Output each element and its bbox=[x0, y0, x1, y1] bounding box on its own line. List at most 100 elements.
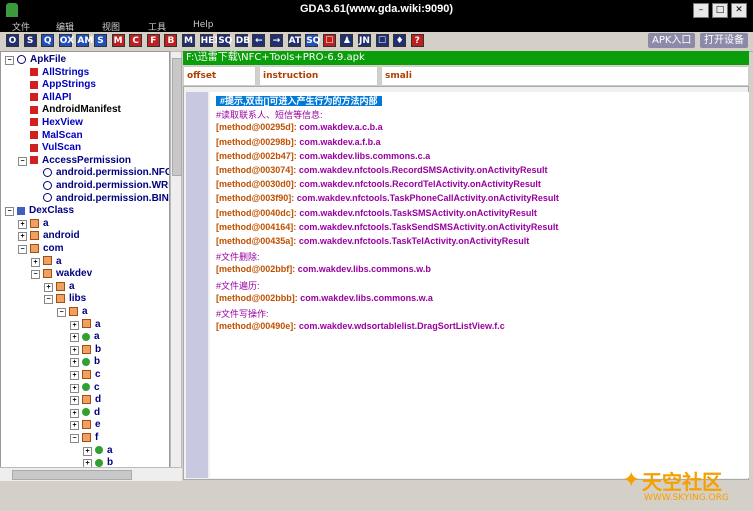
toolbar-button-4[interactable]: AM bbox=[76, 34, 93, 47]
method-offset[interactable]: [method@00295d]: bbox=[216, 122, 297, 132]
tree-item[interactable]: android.permission.BIND bbox=[43, 193, 169, 205]
tree-item[interactable]: wakdev bbox=[43, 268, 92, 280]
tree-item[interactable]: ApkFile bbox=[17, 54, 66, 66]
tree-item[interactable]: AllAPI bbox=[30, 92, 71, 104]
toolbar-button-8[interactable]: F bbox=[146, 34, 160, 47]
tree-item[interactable]: b bbox=[82, 344, 101, 356]
toolbar-button-23[interactable]: ? bbox=[410, 34, 424, 47]
toolbar-button-11[interactable]: HEX bbox=[199, 34, 221, 47]
method-entry[interactable]: [method@002bbf]: com.wakdev.libs.commons… bbox=[216, 264, 431, 274]
method-entry[interactable]: [method@00435a]: com.wakdev.nfctools.Tas… bbox=[216, 236, 529, 246]
expander-icon[interactable]: − bbox=[70, 434, 79, 443]
toolbar-button-18[interactable]: ☐ bbox=[322, 34, 336, 47]
toolbar-button-5[interactable]: S bbox=[94, 34, 107, 47]
method-entry[interactable]: [method@00298b]: com.wakdev.a.f.b.a bbox=[216, 137, 381, 147]
tree-item[interactable]: f bbox=[82, 432, 98, 444]
method-entry[interactable]: [method@003f90]: com.wakdev.nfctools.Tas… bbox=[216, 193, 559, 203]
tree-item[interactable]: a bbox=[82, 319, 101, 331]
tree-item[interactable]: AppStrings bbox=[30, 79, 96, 91]
tree-item[interactable]: android.permission.WRITE bbox=[43, 180, 169, 192]
toolbar-button-12[interactable]: SQ bbox=[217, 34, 232, 47]
tree-item[interactable]: d bbox=[82, 407, 100, 419]
tree-item[interactable]: android.permission.NFC bbox=[43, 167, 169, 179]
toolbar-button-16[interactable]: AT bbox=[287, 34, 301, 47]
maximize-icon[interactable]: □ bbox=[712, 3, 728, 18]
method-entry[interactable]: [method@003074]: com.wakdev.nfctools.Rec… bbox=[216, 165, 548, 175]
expander-icon[interactable]: + bbox=[18, 232, 27, 242]
menu-help[interactable]: Help bbox=[193, 20, 214, 30]
expander-icon[interactable]: + bbox=[70, 383, 79, 393]
tree-item[interactable]: a bbox=[56, 281, 75, 293]
method-entry[interactable]: [method@002b47]: com.wakdev.libs.commons… bbox=[216, 151, 430, 161]
toolbar-button-2[interactable]: Q bbox=[41, 34, 55, 47]
toolbar-button-6[interactable]: M bbox=[111, 34, 125, 47]
method-offset[interactable]: [method@002bbf]: bbox=[216, 264, 295, 274]
method-offset[interactable]: [method@002b47]: bbox=[216, 151, 297, 161]
method-entry[interactable]: [method@00295d]: com.wakdev.a.c.b.a bbox=[216, 122, 383, 132]
tree-item[interactable]: com bbox=[30, 243, 64, 255]
tree-item[interactable]: MalScan bbox=[30, 130, 83, 142]
close-icon[interactable]: ✕ bbox=[731, 3, 747, 18]
tree-item[interactable]: c bbox=[82, 369, 101, 381]
minimize-icon[interactable]: – bbox=[693, 3, 709, 18]
expander-icon[interactable]: − bbox=[44, 295, 53, 305]
toolbar-button-3[interactable]: OX bbox=[58, 34, 74, 47]
method-offset[interactable]: [method@004164]: bbox=[216, 222, 296, 232]
tree-item[interactable]: AccessPermission bbox=[30, 155, 131, 167]
toolbar-button-1[interactable]: S bbox=[23, 34, 37, 47]
toolbar-button-21[interactable]: ☐ bbox=[375, 34, 389, 47]
expander-icon[interactable]: + bbox=[70, 345, 79, 355]
tree-horizontal-scrollbar[interactable] bbox=[0, 467, 182, 481]
tree-item[interactable]: a bbox=[43, 256, 62, 268]
expander-icon[interactable]: − bbox=[18, 156, 27, 166]
tree-item[interactable]: a bbox=[82, 331, 100, 343]
method-entry[interactable]: [method@0040dc]: com.wakdev.nfctools.Tas… bbox=[216, 208, 537, 218]
tree-item[interactable]: b bbox=[82, 356, 100, 368]
tree-item[interactable]: VulScan bbox=[30, 142, 81, 154]
expander-icon[interactable]: + bbox=[44, 282, 53, 292]
toolbar-button-13[interactable]: DB bbox=[234, 34, 250, 47]
expander-icon[interactable]: + bbox=[70, 320, 79, 330]
tree-item[interactable]: a bbox=[30, 218, 49, 230]
toolbar-button-17[interactable]: SQ bbox=[305, 34, 320, 47]
method-entry[interactable]: [method@0030d0]: com.wakdev.nfctools.Rec… bbox=[216, 179, 541, 189]
expander-icon[interactable]: − bbox=[5, 56, 14, 65]
expander-icon[interactable]: + bbox=[70, 408, 79, 418]
method-offset[interactable]: [method@00435a]: bbox=[216, 236, 296, 246]
expander-icon[interactable]: + bbox=[31, 257, 40, 267]
method-offset[interactable]: [method@003f90]: bbox=[216, 193, 294, 203]
tree-item[interactable]: e bbox=[82, 419, 101, 431]
toolbar-button-9[interactable]: B bbox=[164, 34, 178, 47]
method-offset[interactable]: [method@002bbb]: bbox=[216, 293, 298, 303]
tree-item[interactable]: d bbox=[82, 394, 101, 406]
tree-item[interactable]: AndroidManifest bbox=[30, 104, 121, 116]
toolbar-button-19[interactable]: ♟ bbox=[340, 34, 354, 47]
tree-item[interactable]: AllStrings bbox=[30, 67, 89, 79]
expander-icon[interactable]: + bbox=[70, 421, 79, 431]
tree-item[interactable]: DexClass bbox=[17, 205, 74, 217]
toolbar-button-20[interactable]: JN bbox=[358, 34, 371, 47]
expander-icon[interactable]: − bbox=[18, 245, 27, 254]
expander-icon[interactable]: − bbox=[5, 207, 14, 217]
toolbar-button-14[interactable]: ← bbox=[252, 34, 266, 47]
tree-item[interactable]: a bbox=[95, 445, 113, 457]
method-offset[interactable]: [method@0040dc]: bbox=[216, 208, 297, 218]
expander-icon[interactable]: − bbox=[31, 270, 40, 280]
expander-icon[interactable]: + bbox=[70, 371, 79, 380]
tree-item[interactable]: android bbox=[30, 230, 80, 242]
toolbar-button-0[interactable]: O bbox=[6, 34, 19, 47]
method-offset[interactable]: [method@003074]: bbox=[216, 165, 296, 175]
expander-icon[interactable]: + bbox=[70, 396, 79, 406]
method-entry[interactable]: [method@004164]: com.wakdev.nfctools.Tas… bbox=[216, 222, 558, 232]
open-device-button[interactable]: 打开设备 bbox=[700, 33, 748, 48]
method-offset[interactable]: [method@0030d0]: bbox=[216, 179, 297, 189]
tree-item[interactable]: libs bbox=[56, 293, 86, 305]
apk-entry-button[interactable]: APK入口 bbox=[648, 33, 696, 48]
tree-item[interactable]: a bbox=[69, 306, 88, 318]
scroll-thumb[interactable] bbox=[172, 58, 182, 176]
tree-vertical-scrollbar[interactable] bbox=[170, 51, 182, 480]
method-entry[interactable]: [method@00490e]: com.wakdev.wdsortableli… bbox=[216, 321, 505, 331]
expander-icon[interactable]: + bbox=[18, 219, 27, 229]
tree-item[interactable]: c bbox=[82, 382, 100, 394]
method-offset[interactable]: [method@00490e]: bbox=[216, 321, 296, 331]
